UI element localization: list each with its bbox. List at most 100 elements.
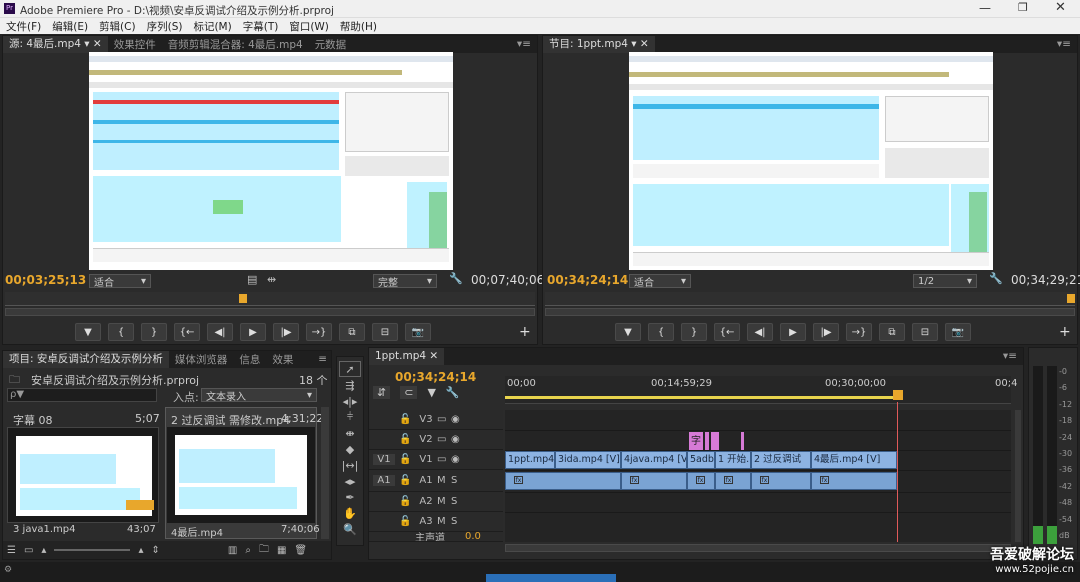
settings-wrench-icon[interactable]: 🔧 (989, 272, 1003, 285)
project-scrollbar[interactable] (321, 407, 329, 539)
playhead-marker[interactable] (239, 294, 247, 303)
search-input[interactable]: ρ▼ (7, 388, 157, 402)
menu-help[interactable]: 帮助(H) (340, 19, 377, 34)
slip-tool-icon[interactable]: |↔| (339, 457, 361, 473)
new-bin-icon[interactable]: 🗀 (259, 542, 269, 559)
tab-info[interactable]: 信息 (233, 352, 266, 367)
safe-margin-icon[interactable]: ▤ (247, 273, 257, 286)
menu-file[interactable]: 文件(F) (6, 19, 41, 34)
menu-sequence[interactable]: 序列(S) (147, 19, 183, 34)
title-clip[interactable] (741, 432, 744, 450)
panel-menu-icon[interactable]: ▾≡ (1003, 350, 1017, 362)
track-v2[interactable]: 🔓 V2 ▭ ◉ (369, 430, 503, 450)
toggle-output-icon[interactable]: ▭ (437, 454, 451, 465)
source-zoom-bar[interactable] (5, 308, 535, 316)
audio-clip[interactable]: fx (687, 472, 715, 490)
track-a1[interactable]: A1 🔓 A1 M S (369, 470, 503, 492)
video-clip[interactable]: 2 过反调试 (751, 451, 811, 469)
title-clip[interactable]: 字 (689, 432, 703, 450)
razor-tool-icon[interactable]: ◆ (339, 441, 361, 457)
menu-marker[interactable]: 标记(M) (193, 19, 231, 34)
slide-tool-icon[interactable]: ◂▸ (339, 473, 361, 489)
video-clip[interactable]: 1ppt.mp4 (505, 451, 555, 469)
insert-button[interactable]: ⧉ (339, 323, 365, 341)
rate-stretch-icon[interactable]: ⇼ (339, 425, 361, 441)
linked-selection-icon[interactable]: ⊂ (400, 386, 418, 399)
tab-audio-mixer[interactable]: 音频剪辑混合器: 4最后.mp4 (162, 37, 309, 52)
tab-effects[interactable]: 效果 (266, 352, 299, 367)
title-clip[interactable] (705, 432, 709, 450)
icon-view-icon[interactable]: ▭ (24, 545, 33, 556)
program-zoom-bar[interactable] (545, 308, 1075, 316)
mark-in-button[interactable]: { (108, 323, 134, 341)
restore-icon[interactable]: ❐ (1018, 1, 1028, 14)
mute-icon[interactable]: M (437, 516, 451, 527)
add-marker-button[interactable]: ▼ (75, 323, 101, 341)
lock-icon[interactable]: 🔓 (399, 496, 415, 507)
find-icon[interactable]: ⌕ (245, 545, 251, 556)
tab-program[interactable]: 节目: 1ppt.mp4 ▾ ✕ (543, 36, 655, 53)
title-clip[interactable] (711, 432, 719, 450)
timeline-vscroll[interactable] (1015, 410, 1021, 542)
go-to-in-button[interactable]: {← (714, 323, 740, 341)
mute-icon[interactable]: M (437, 496, 451, 507)
track-a3[interactable]: 🔓 A3 M S (369, 512, 503, 532)
menu-clip[interactable]: 剪辑(C) (99, 19, 136, 34)
eye-icon[interactable]: ◉ (451, 434, 460, 445)
lift-button[interactable]: ⧉ (879, 323, 905, 341)
track-area[interactable]: 字 1ppt.mp4 3ida.mp4 [V] 4java.mp4 [V] 5a… (505, 402, 1011, 542)
step-back-button[interactable]: ◀| (207, 323, 233, 341)
playhead-line[interactable] (897, 402, 898, 542)
solo-icon[interactable]: S (451, 475, 457, 486)
lock-icon[interactable]: 🔓 (399, 516, 415, 527)
audio-clip[interactable]: fx (621, 472, 687, 490)
source-fit-dropdown[interactable]: 适合 ▾ (89, 274, 151, 289)
audio-clip[interactable]: fx (715, 472, 751, 490)
add-button-icon[interactable]: + (519, 324, 531, 340)
program-current-timecode[interactable]: 00;34;24;14 (547, 273, 628, 287)
sort-icon[interactable]: ⇕ (151, 545, 159, 556)
playhead-marker[interactable] (1067, 294, 1075, 303)
zoom-slider[interactable] (54, 549, 131, 551)
drag-video-icon[interactable]: ⇹ (267, 273, 276, 286)
add-marker-icon[interactable]: ▼ (427, 386, 435, 399)
mark-in-button[interactable]: { (648, 323, 674, 341)
track-v3[interactable]: 🔓 V3 ▭ ◉ (369, 410, 503, 430)
panel-menu-icon[interactable]: ▾≡ (1057, 38, 1071, 50)
step-forward-button[interactable]: |▶ (273, 323, 299, 341)
audio-clip[interactable]: fx (751, 472, 811, 490)
step-forward-button[interactable]: |▶ (813, 323, 839, 341)
track-select-icon[interactable]: ⇶ (339, 377, 361, 393)
go-to-out-button[interactable]: →} (846, 323, 872, 341)
playhead-marker[interactable] (893, 390, 903, 400)
mute-icon[interactable]: M (437, 475, 451, 486)
item-name[interactable]: 2 过反调试 需修改.mp4 (171, 412, 290, 428)
video-clip[interactable]: 4最后.mp4 [V] (811, 451, 897, 469)
video-clip[interactable]: 5adb (687, 451, 715, 469)
program-quality-dropdown[interactable]: 1/2 ▾ (913, 274, 977, 288)
mark-out-button[interactable]: } (681, 323, 707, 341)
timeline-ruler[interactable]: 00;00 00;14;59;29 00;30;00;00 00;4 (505, 376, 1017, 404)
step-back-button[interactable]: ◀| (747, 323, 773, 341)
eye-icon[interactable]: ◉ (451, 414, 460, 425)
inpoint-dropdown[interactable]: 文本录入 ▾ (201, 388, 317, 403)
work-area-bar[interactable] (505, 396, 899, 399)
list-view-icon[interactable]: ☰ (7, 545, 16, 556)
delete-icon[interactable]: 🗑 (294, 545, 307, 556)
menu-window[interactable]: 窗口(W) (289, 19, 329, 34)
snap-icon[interactable]: ⇵ (373, 386, 391, 399)
minimize-icon[interactable]: — (979, 1, 991, 15)
eye-icon[interactable]: ◉ (451, 454, 460, 465)
solo-icon[interactable]: S (451, 516, 457, 527)
lock-icon[interactable]: 🔓 (399, 454, 415, 465)
tab-project[interactable]: 项目: 安卓反调试介绍及示例分析 (3, 351, 169, 368)
source-quality-dropdown[interactable]: 完整 ▾ (373, 274, 437, 289)
audio-clip[interactable]: fx (505, 472, 621, 490)
program-time-ruler[interactable] (545, 292, 1075, 306)
play-button[interactable]: ▶ (780, 323, 806, 341)
zoom-tool-icon[interactable]: 🔍 (339, 521, 361, 537)
pen-tool-icon[interactable]: ✒ (339, 489, 361, 505)
go-to-out-button[interactable]: →} (306, 323, 332, 341)
project-item-thumb[interactable] (167, 427, 315, 523)
zoom-in-icon[interactable]: ▴ (138, 545, 143, 556)
